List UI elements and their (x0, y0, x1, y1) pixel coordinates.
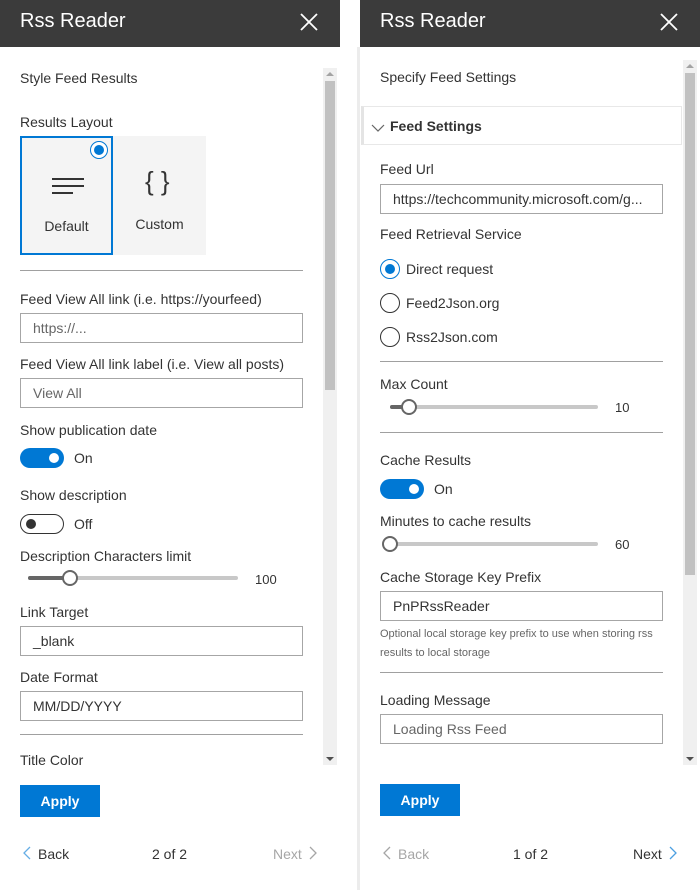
next-label: Next (273, 846, 302, 862)
layout-option-label: Default (44, 218, 89, 234)
chevron-left-icon (23, 846, 31, 860)
close-icon[interactable] (298, 11, 320, 33)
date-format-label: Date Format (20, 669, 98, 685)
back-label: Back (38, 846, 70, 862)
section-divider (380, 361, 663, 362)
show-description-label: Show description (20, 487, 127, 503)
toggle-state-text: Off (74, 516, 93, 532)
curly-braces-icon: { } (145, 166, 170, 196)
show-description-toggle[interactable] (20, 514, 64, 534)
radio-feed2json[interactable] (380, 293, 400, 313)
back-button[interactable]: Back (22, 846, 69, 862)
apply-button[interactable]: Apply (20, 785, 100, 817)
pane-title: Rss Reader (20, 10, 126, 32)
link-target-input[interactable]: _blank (20, 626, 303, 656)
max-count-label: Max Count (380, 376, 448, 392)
pane-header: Rss Reader (360, 0, 700, 47)
chevron-right-icon (309, 846, 317, 860)
minutes-to-cache-slider[interactable] (382, 536, 598, 552)
show-publication-date-label: Show publication date (20, 422, 157, 438)
cache-key-prefix-hint: Optional local storage key prefix to use… (380, 628, 653, 659)
link-target-label: Link Target (20, 604, 89, 620)
max-count-slider[interactable] (390, 399, 598, 415)
section-divider (380, 432, 663, 433)
date-format-input[interactable]: MM/DD/YYYY (20, 691, 303, 721)
next-button[interactable]: Next (633, 846, 678, 862)
section-divider (20, 270, 303, 271)
slider-thumb[interactable] (382, 536, 398, 552)
title-color-label: Title Color (20, 752, 84, 765)
feed-settings-accordion-header[interactable]: Feed Settings (361, 106, 682, 145)
show-publication-date-toggle[interactable] (20, 448, 64, 468)
radio-label: Direct request (406, 261, 494, 277)
text-lines-icon (51, 176, 85, 201)
minutes-to-cache-label: Minutes to cache results (380, 513, 531, 529)
page-indicator: 2 of 2 (152, 846, 188, 862)
slider-value: 10 (615, 400, 630, 415)
feed-view-all-link-label: Feed View All link (i.e. https://yourfee… (20, 291, 262, 307)
title-color-label-clip: Title Color (20, 752, 310, 765)
pane-title: Rss Reader (380, 10, 486, 32)
slider-value: 100 (255, 572, 277, 587)
scrollbar-thumb[interactable] (325, 81, 335, 390)
layout-option-label: Custom (135, 216, 184, 232)
feed-view-all-label-label: Feed View All link label (i.e. View all … (20, 356, 285, 372)
description-chars-limit-slider[interactable] (28, 570, 238, 586)
scroll-up-arrow[interactable] (326, 72, 334, 76)
page-indicator: 1 of 2 (513, 846, 549, 862)
chevron-right-icon (669, 846, 677, 860)
radio-direct-request[interactable] (380, 259, 400, 279)
section-divider (380, 672, 663, 673)
chevron-left-icon (383, 846, 391, 860)
radio-label: Rss2Json.com (406, 329, 498, 345)
next-button[interactable]: Next (273, 846, 318, 862)
section-divider (20, 734, 303, 735)
close-icon[interactable] (658, 11, 680, 33)
scroll-up-arrow[interactable] (686, 64, 694, 68)
layout-option-default[interactable]: Default (20, 136, 113, 255)
cache-results-label: Cache Results (380, 452, 472, 468)
toggle-state-text: On (434, 481, 453, 497)
apply-button[interactable]: Apply (380, 784, 460, 816)
scroll-down-arrow[interactable] (686, 757, 694, 761)
feed-url-input[interactable]: https://techcommunity.microsoft.com/g... (380, 184, 663, 214)
feed-retrieval-service-label: Feed Retrieval Service (380, 226, 522, 242)
slider-thumb[interactable] (401, 399, 417, 415)
slider-value: 60 (615, 537, 630, 552)
cache-results-toggle[interactable] (380, 479, 424, 499)
slider-thumb[interactable] (62, 570, 78, 586)
toggle-state-text: On (74, 450, 93, 466)
radio-label: Feed2Json.org (406, 295, 500, 311)
page-heading: Specify Feed Settings (380, 69, 517, 85)
loading-message-input[interactable]: Loading Rss Feed (380, 714, 663, 744)
feed-view-all-label-input[interactable]: View All (20, 378, 303, 408)
description-chars-limit-label: Description Characters limit (20, 548, 192, 564)
left-property-pane: Rss Reader Style Feed Results Results La… (0, 0, 340, 890)
back-label: Back (398, 846, 430, 862)
radio-rss2json[interactable] (380, 327, 400, 347)
selected-radio-indicator (90, 141, 108, 159)
accordion-title: Feed Settings (390, 118, 482, 134)
results-layout-label: Results Layout (20, 114, 113, 130)
scrollbar[interactable] (683, 60, 697, 765)
scroll-down-arrow[interactable] (326, 757, 334, 761)
feed-view-all-link-input[interactable]: https://... (20, 313, 303, 343)
cache-key-prefix-label: Cache Storage Key Prefix (380, 569, 542, 585)
next-label: Next (633, 846, 662, 862)
pane-header: Rss Reader (0, 0, 340, 47)
feed-url-label: Feed Url (380, 161, 434, 177)
loading-message-label: Loading Message (380, 692, 491, 708)
back-button[interactable]: Back (382, 846, 429, 862)
page-heading: Style Feed Results (20, 70, 138, 86)
chevron-down-icon (371, 120, 385, 138)
layout-option-custom[interactable]: { } Custom (113, 136, 206, 255)
scrollbar-thumb[interactable] (685, 73, 695, 575)
cache-key-prefix-input[interactable]: PnPRssReader (380, 591, 663, 621)
scrollbar[interactable] (323, 68, 337, 765)
